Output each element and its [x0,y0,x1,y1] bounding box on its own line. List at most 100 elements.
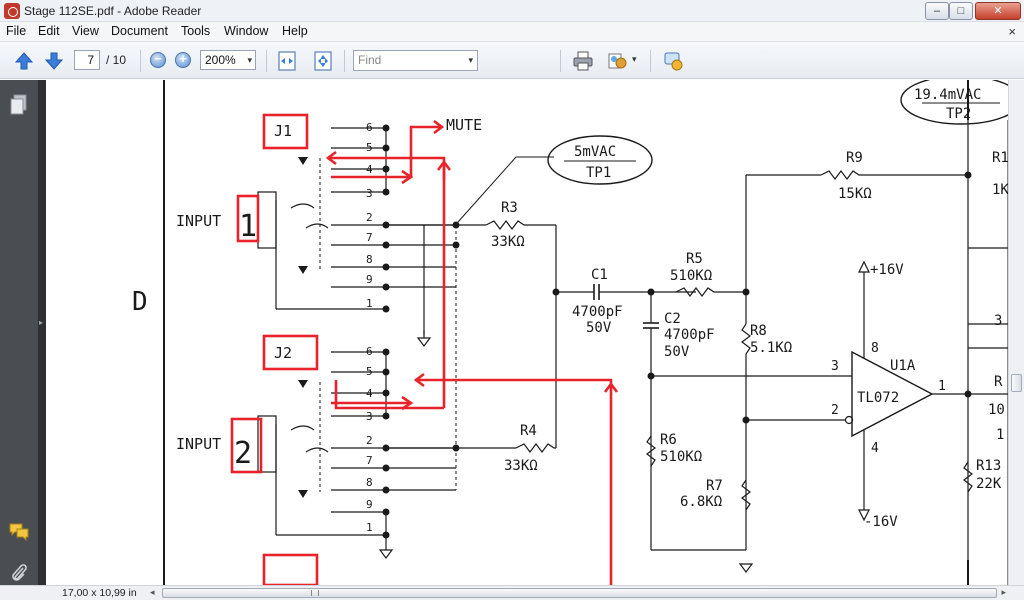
printer-icon[interactable] [572,50,594,72]
menu-file[interactable]: File [6,24,26,38]
chevron-down-icon: ▾ [247,55,252,65]
close-window-button[interactable]: ✕ [975,2,1021,20]
u1a-pin8: 8 [871,341,879,356]
menu-help[interactable]: Help [282,24,308,38]
r4-value: 33KΩ [504,458,538,474]
pin-number: 5 [366,365,373,378]
minimize-button[interactable]: – [925,2,949,20]
pin-number: 6 [366,121,373,134]
menu-window[interactable]: Window [224,24,268,38]
menu-view[interactable]: View [72,24,99,38]
edge-label: 10 [988,402,1005,418]
window-title: Stage 112SE.pdf - Adobe Reader [24,4,202,18]
pin-number: 2 [366,434,373,447]
j1-label: J1 [274,122,292,140]
chevron-down-icon[interactable]: ▾ [632,54,637,65]
zoom-value: 200% [205,53,236,67]
zoom-out-icon[interactable]: − [150,51,166,68]
u1a-pin4: 4 [871,441,879,456]
document-page[interactable]: D 6 5 4 3 2 7 8 9 1 6 5 4 3 2 7 8 9 1 IN… [46,80,1008,585]
adobe-reader-icon [4,3,20,19]
c2-value: 4700pF [664,327,715,343]
tp1-label: TP1 [586,165,611,181]
vertical-scrollbar[interactable] [1008,80,1024,585]
u1a-pin2: 2 [831,403,839,418]
toolbar-separator [650,50,651,72]
schematic-drawing: D 6 5 4 3 2 7 8 9 1 6 5 4 3 2 7 8 9 1 IN… [132,80,1008,585]
pin-number: 1 [366,521,373,534]
collaborate-icon[interactable] [662,50,684,72]
u1a-part: TL072 [857,390,899,406]
c2-voltage: 50V [664,344,690,360]
r8-value: 5.1KΩ [750,340,792,356]
resistor-r9 [820,170,968,180]
menu-tools[interactable]: Tools [181,24,210,38]
pin-number: 2 [366,211,373,224]
chevron-down-icon: ▾ [468,55,473,65]
find-input[interactable]: Find ▾ [353,50,478,71]
page-number-input[interactable]: 7 [74,50,100,70]
c2-name: C2 [664,311,681,327]
horizontal-scrollbar[interactable]: ◂ ▸ [150,587,1006,599]
toolbar: 7 / 10 − + 200% ▾ Find ▾ ▾ [0,42,1024,79]
vplus-label: +16V [870,262,904,278]
input2-label: INPUT [176,435,221,453]
edge-label: R [994,374,1003,390]
scroll-right-icon[interactable]: ▸ [1001,587,1006,598]
maximize-button[interactable]: □ [949,2,973,20]
resistor-r5 [675,287,746,297]
pin-number: 9 [366,498,373,511]
minimize-icon: – [933,5,941,17]
title-bar: Stage 112SE.pdf - Adobe Reader – □ ✕ [0,0,1024,22]
input2-number: 2 [234,436,252,471]
r9-name: R9 [846,150,863,166]
pin-number: 1 [366,297,373,310]
pages-icon[interactable] [9,94,29,116]
edge-label: 3 [994,313,1002,329]
toolbar-separator [140,50,141,72]
scroll-left-icon[interactable]: ◂ [150,587,155,598]
resistor-r8 [741,323,751,355]
r13-value: 22K [976,476,1002,492]
arrow-down-icon[interactable] [44,51,64,71]
paperclip-icon[interactable] [9,562,29,584]
input1-number: 1 [239,209,257,244]
edge-label: 1 [996,427,1004,443]
menu-document[interactable]: Document [111,24,168,38]
fit-page-icon[interactable] [312,50,334,72]
r4-name: R4 [520,423,537,439]
tp1-value: 5mVAC [574,144,616,160]
tp2-value: 19.4mVAC [914,87,981,103]
comments-icon[interactable] [8,522,30,542]
panel-splitter[interactable]: ▸ [38,80,46,585]
chevron-right-icon: ▸ [39,318,44,327]
close-icon: ✕ [993,5,1003,17]
jack-j1: 6 5 4 3 2 7 8 9 1 [257,121,460,347]
fit-width-icon[interactable] [276,50,298,72]
r5-value: 510KΩ [670,268,712,284]
arrow-up-icon[interactable] [14,51,34,71]
zoom-select[interactable]: 200% ▾ [200,50,256,70]
r5-name: R5 [686,251,703,267]
horizontal-scroll-thumb[interactable] [162,588,997,598]
pin-number: 5 [366,141,373,154]
status-bar: 17,00 x 10,99 in ◂ ▸ [0,585,1024,600]
edge-label: R1 [992,150,1008,166]
pin-number: 9 [366,273,373,286]
pin-number: 8 [366,253,373,266]
r7-name: R7 [706,478,723,494]
c1-value: 4700pF [572,304,623,320]
share-icon[interactable] [606,50,628,72]
zoom-out-glyph: − [154,51,162,66]
zoom-in-icon[interactable]: + [175,51,191,68]
u1a-pin1: 1 [938,379,946,394]
pin-number: 8 [366,476,373,489]
toolbar-separator [266,50,267,72]
edge-label: 1K [992,182,1008,198]
r6-name: R6 [660,432,677,448]
pin-number: 7 [366,231,373,244]
menu-edit[interactable]: Edit [38,24,60,38]
zoom-in-glyph: + [179,51,187,66]
close-document-icon[interactable]: × [1008,24,1016,39]
vertical-scroll-thumb[interactable] [1011,374,1022,392]
